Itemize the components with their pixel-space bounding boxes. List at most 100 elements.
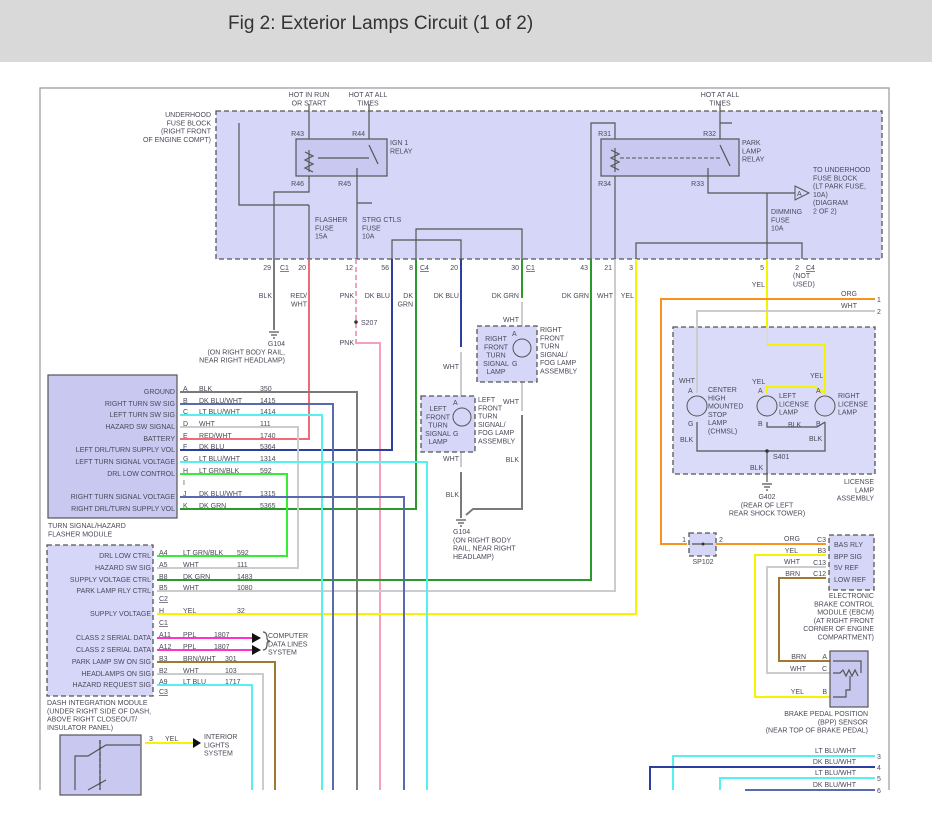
flasher-pin-id: K: [183, 503, 188, 510]
flasher-pin-label: LEFT TURN SW SIG: [110, 412, 175, 419]
ebcm: BAS RLY BPP SIG 5V REF LOW REF C3 B3 C13…: [784, 534, 875, 642]
dash-pin-label: PARK LAMP SW ON SIG: [72, 659, 151, 666]
dash-pin-label: SUPPLY VOLTAGE: [90, 611, 151, 618]
computer-data-lines-label: COMPUTER DATA LINES SYSTEM: [268, 633, 308, 657]
wire-label: YEL: [752, 282, 765, 289]
terminal-r33: R33: [691, 181, 704, 188]
ground-icon: [269, 331, 279, 339]
pin-label: G: [688, 421, 693, 428]
wire-label: WHT: [443, 456, 460, 463]
dash-circuit-number: 32: [237, 608, 245, 615]
pin-label: B: [822, 689, 827, 696]
wire-label: BLK: [506, 457, 520, 464]
pin-label: G: [453, 431, 458, 438]
wire-label: BLK: [809, 436, 823, 443]
flasher-wire-color: DK BLU/WHT: [199, 398, 243, 405]
flasher-wire-color: DK BLU/WHT: [199, 491, 243, 498]
assembly-label: LICENSE LAMP ASSEMBLY: [837, 479, 875, 503]
terminal-r45: R45: [338, 181, 351, 188]
dash-pin-label: HAZARD SW SIG: [95, 565, 151, 572]
dash-pin-label: CLASS 2 SERIAL DATA: [76, 647, 151, 654]
dash-pin-label: HAZARD REQUEST SIG: [73, 682, 151, 689]
sp102-splice-pack: SP102 1 2: [682, 532, 723, 566]
bulb-icon: [686, 395, 708, 417]
dash-circuit-number: 1807: [214, 644, 230, 651]
dash-pin-label: CLASS 2 SERIAL DATA: [76, 635, 151, 642]
wire-number: 5: [877, 776, 881, 783]
terminal-r46: R46: [291, 181, 304, 188]
wire-label: WHT: [784, 559, 801, 566]
dash-pin-id: A9: [159, 679, 168, 686]
wire-pnk: [355, 340, 381, 790]
wire-label: WHT: [503, 399, 520, 406]
flasher-pin-label: RIGHT DRL/TURN SUPPLY VOL: [71, 506, 175, 513]
pin-number: 20: [450, 265, 458, 272]
bulb-icon: [756, 395, 778, 417]
pin-number: 5: [760, 265, 764, 272]
ebcm-pin-label: BPP SIG: [834, 554, 862, 561]
dash-wire-color: LT GRN/BLK: [183, 550, 224, 557]
flasher-circuit-number: 5365: [260, 503, 276, 510]
pin-label: A: [453, 400, 458, 407]
pin-number: 2: [795, 265, 799, 272]
wire-label: BRN: [791, 654, 806, 661]
wire-label: ORG: [841, 291, 857, 298]
pin-number: 3: [629, 265, 633, 272]
wire-number: 1: [877, 297, 881, 304]
flasher-pin-label: BATTERY: [143, 436, 175, 443]
module-name: TURN SIGNAL/HAZARD FLASHER MODULE: [48, 523, 126, 538]
module-name: DASH INTEGRATION MODULE (UNDER RIGHT SIDE…: [47, 700, 151, 732]
pin-label: 3: [149, 736, 153, 743]
dash-pin-label: PARK LAMP RLY CTRL: [76, 588, 151, 595]
pin-number: 43: [580, 265, 588, 272]
dash-pin-id: A12: [159, 644, 172, 651]
wiring-diagram: Fig 2: Exterior Lamps Circuit (1 of 2) U…: [0, 0, 932, 796]
sp102-label: SP102: [692, 559, 713, 566]
dash-pin-id: B3: [159, 656, 168, 663]
wire-label: YEL: [810, 373, 823, 380]
offpage-ref-a: A: [797, 191, 802, 198]
pin-label: A: [822, 654, 827, 661]
wire-number: 6: [877, 788, 881, 795]
pin-number: 8: [409, 265, 413, 272]
bulb-icon: [814, 395, 836, 417]
dash-wire-color: PPL: [183, 644, 196, 651]
flasher-pin-id: C: [183, 409, 188, 416]
wire-brn-wht-b3: [157, 661, 276, 790]
flasher-pin-id: D: [183, 421, 188, 428]
dash-circuit-number: 1807: [214, 632, 230, 639]
ebcm-pin-label: BAS RLY: [834, 542, 863, 549]
pin-label: 1: [682, 537, 686, 544]
dash-wire-color: WHT: [183, 562, 200, 569]
flasher-circuit-number: 1414: [260, 409, 276, 416]
terminal-r32: R32: [703, 131, 716, 138]
flasher-pin-label: HAZARD SW SIGNAL: [105, 424, 175, 431]
flasher-pin-id: I: [183, 480, 185, 487]
bpp-sensor-label: BRAKE PEDAL POSITION (BPP) SENSOR (NEAR TO…: [766, 711, 868, 735]
dash-pin-id: H: [159, 608, 164, 615]
flasher-pin-label: LEFT TURN SIGNAL VOLTAGE: [75, 459, 175, 466]
wire-label: YEL: [621, 293, 634, 300]
connector-label: C4: [806, 265, 815, 272]
terminal-r34: R34: [598, 181, 611, 188]
ebcm-pin-label: 5V REF: [834, 565, 859, 572]
wire-label: WHT: [597, 293, 614, 300]
pin-label: A: [816, 388, 821, 395]
flasher-pin-id: E: [183, 433, 188, 440]
wire-label: DK BLU: [434, 293, 459, 300]
ground-g104-label-2: G104 (ON RIGHT BODY RAIL, NEAR RIGHT HEADLA…: [453, 529, 516, 561]
flasher-circuit-number: 1740: [260, 433, 276, 440]
dash-circuit-number: 1080: [237, 585, 253, 592]
flasher-pin-label: RIGHT TURN SIGNAL VOLTAGE: [71, 494, 176, 501]
license-lamp-assembly: S401 CENTER HIGH MOUNTED STOP LAMP (CHMSL) LE…: [672, 311, 876, 503]
wire-label: DK GRN: [397, 293, 413, 308]
flasher-circuit-number: 1314: [260, 456, 276, 463]
wire-label: ORG: [784, 536, 800, 543]
flasher-wire-color: DK BLU: [199, 444, 224, 451]
flasher-pin-id: G: [183, 456, 188, 463]
pin-label: G: [512, 361, 517, 368]
ebcm-pin-label: LOW REF: [834, 577, 866, 584]
pin-label: B: [816, 421, 821, 428]
splice-label: S207: [361, 320, 377, 327]
dash-circuit-number: 592: [237, 550, 249, 557]
